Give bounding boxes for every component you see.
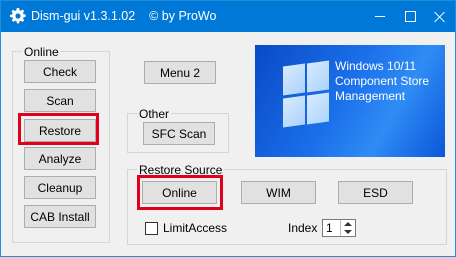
- spin-down-icon[interactable]: [344, 230, 352, 234]
- restore-highlight: [18, 113, 99, 145]
- minimize-icon: [375, 16, 385, 17]
- index-value: 1: [326, 221, 333, 235]
- limitaccess-checkbox[interactable]: [145, 222, 158, 235]
- esd-button[interactable]: ESD: [338, 181, 413, 204]
- index-spinner[interactable]: 1: [322, 219, 356, 237]
- cab-install-button[interactable]: CAB Install: [24, 205, 96, 228]
- cleanup-button[interactable]: Cleanup: [24, 176, 96, 199]
- banner-line-2: Component Store: [335, 74, 430, 88]
- other-group-legend: Other: [137, 107, 172, 121]
- windows-logo-pane: [283, 95, 305, 128]
- sfc-scan-button[interactable]: SFC Scan: [143, 122, 215, 145]
- maximize-button[interactable]: [395, 1, 425, 32]
- close-button[interactable]: [425, 1, 455, 32]
- index-label: Index: [288, 221, 318, 235]
- banner-line-1: Windows 10/11: [335, 59, 417, 73]
- limitaccess-label: LimitAccess: [163, 221, 228, 235]
- spinner-buttons[interactable]: [340, 220, 355, 236]
- close-icon: [434, 11, 446, 23]
- windows-logo-icon: [283, 63, 305, 96]
- window-title: Dism-gui v1.3.1.02 © by ProWo: [31, 9, 217, 23]
- windows-logo-pane: [307, 92, 329, 125]
- title-bar[interactable]: Dism-gui v1.3.1.02 © by ProWo: [1, 1, 455, 32]
- gear-icon: [10, 8, 26, 24]
- spin-up-icon[interactable]: [344, 222, 352, 226]
- menu2-button[interactable]: Menu 2: [144, 61, 216, 84]
- wim-button[interactable]: WIM: [241, 181, 316, 204]
- online-source-highlight: [137, 175, 223, 210]
- app-window: Dism-gui v1.3.1.02 © by ProWo Online Che…: [0, 0, 456, 257]
- maximize-icon: [404, 11, 416, 22]
- minimize-button[interactable]: [365, 1, 395, 32]
- analyze-button[interactable]: Analyze: [24, 147, 96, 170]
- banner-line-3: Management: [335, 89, 406, 103]
- banner-text: Windows 10/11 Component Store Management: [335, 59, 429, 104]
- check-button[interactable]: Check: [24, 60, 96, 83]
- scan-button[interactable]: Scan: [24, 89, 96, 112]
- windows-logo-pane: [307, 60, 329, 93]
- online-group-legend: Online: [22, 45, 61, 59]
- windows-banner: Windows 10/11 Component Store Management: [255, 45, 445, 157]
